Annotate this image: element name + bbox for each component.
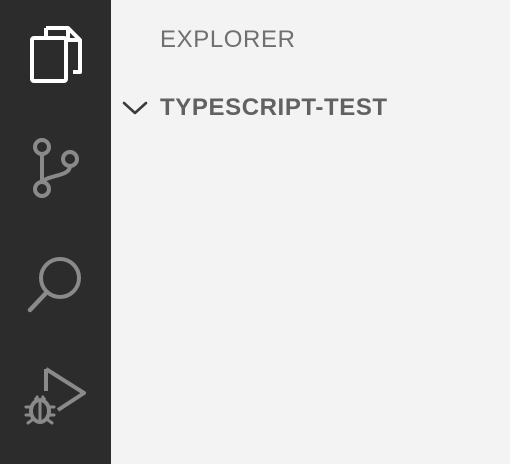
chevron-down-icon (121, 98, 149, 118)
activity-item-search[interactable] (0, 229, 111, 339)
files-icon (28, 25, 84, 85)
activity-item-run-debug[interactable] (0, 342, 111, 452)
activity-item-explorer[interactable] (0, 0, 111, 110)
sidebar-title: EXPLORER (160, 26, 296, 53)
source-control-icon (28, 137, 84, 199)
sidebar-explorer: EXPLORER TYPESCRIPT-TEST (111, 0, 510, 464)
activity-bar (0, 0, 111, 464)
section-header-typescript-test[interactable]: TYPESCRIPT-TEST (121, 90, 388, 126)
vscode-window: EXPLORER TYPESCRIPT-TEST (0, 0, 510, 464)
section-label: TYPESCRIPT-TEST (160, 94, 388, 121)
activity-item-source-control[interactable] (0, 113, 111, 223)
search-icon (26, 254, 86, 314)
run-debug-icon (24, 365, 88, 429)
